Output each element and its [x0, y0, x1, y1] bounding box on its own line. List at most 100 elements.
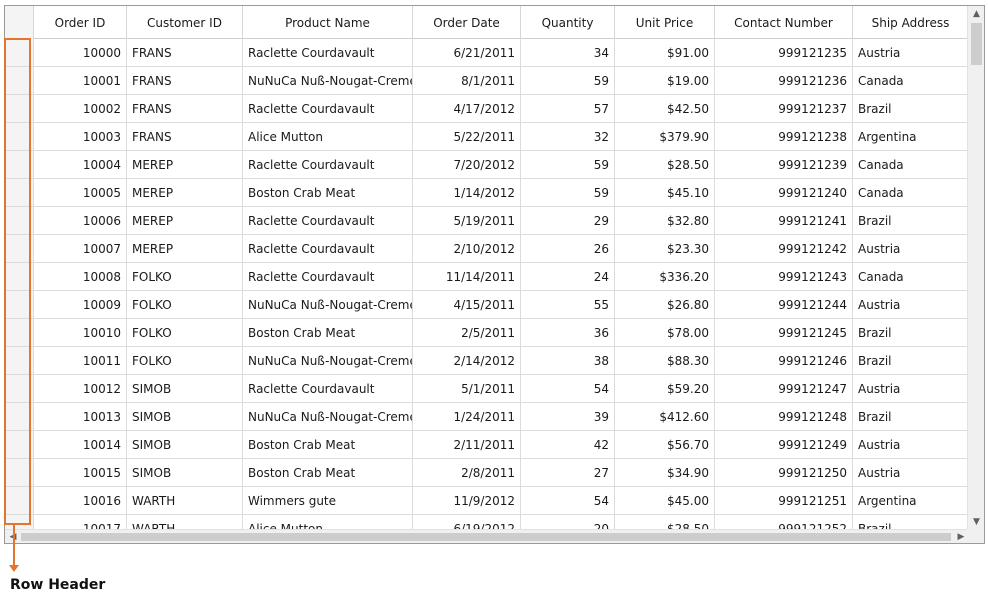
- column-header-contact-number[interactable]: Contact Number: [715, 6, 853, 39]
- chevron-up-icon[interactable]: ▲: [968, 6, 984, 22]
- order-id-cell[interactable]: 10012: [34, 375, 127, 402]
- customer-id-cell[interactable]: FOLKO: [127, 263, 243, 290]
- customer-id-cell[interactable]: SIMOB: [127, 403, 243, 430]
- order-id-cell[interactable]: 10016: [34, 487, 127, 514]
- unit-price-cell[interactable]: $336.20: [615, 263, 715, 290]
- table-row[interactable]: 10011 FOLKO NuNuCa Nuß-Nougat-Creme 2/14/20…: [5, 347, 969, 375]
- ship-address-cell[interactable]: Austria: [853, 459, 969, 486]
- order-date-cell[interactable]: 2/11/2011: [413, 431, 521, 458]
- order-date-cell[interactable]: 6/21/2011: [413, 39, 521, 66]
- order-id-cell[interactable]: 10007: [34, 235, 127, 262]
- product-name-cell[interactable]: NuNuCa Nuß-Nougat-Creme: [243, 347, 413, 374]
- unit-price-cell[interactable]: $42.50: [615, 95, 715, 122]
- table-row[interactable]: 10005 MEREP Boston Crab Meat 1/14/2012 59 $45…: [5, 179, 969, 207]
- table-row[interactable]: 10010 FOLKO Boston Crab Meat 2/5/2011 36 $78.…: [5, 319, 969, 347]
- contact-number-cell[interactable]: 999121244: [715, 291, 853, 318]
- order-date-cell[interactable]: 2/5/2011: [413, 319, 521, 346]
- contact-number-cell[interactable]: 999121242: [715, 235, 853, 262]
- quantity-cell[interactable]: 39: [521, 403, 615, 430]
- column-header-unit-price[interactable]: Unit Price: [615, 6, 715, 39]
- order-id-cell[interactable]: 10006: [34, 207, 127, 234]
- row-header-cell[interactable]: [5, 39, 34, 66]
- contact-number-cell[interactable]: 999121238: [715, 123, 853, 150]
- contact-number-cell[interactable]: 999121246: [715, 347, 853, 374]
- column-header-quantity[interactable]: Quantity: [521, 6, 615, 39]
- ship-address-cell[interactable]: Argentina: [853, 123, 969, 150]
- product-name-cell[interactable]: Boston Crab Meat: [243, 179, 413, 206]
- customer-id-cell[interactable]: SIMOB: [127, 431, 243, 458]
- customer-id-cell[interactable]: FRANS: [127, 95, 243, 122]
- order-id-cell[interactable]: 10011: [34, 347, 127, 374]
- table-row[interactable]: 10002 FRANS Raclette Courdavault 4/17/2012 5…: [5, 95, 969, 123]
- quantity-cell[interactable]: 34: [521, 39, 615, 66]
- order-date-cell[interactable]: 4/15/2011: [413, 291, 521, 318]
- unit-price-cell[interactable]: $56.70: [615, 431, 715, 458]
- row-header-cell[interactable]: [5, 179, 34, 206]
- unit-price-cell[interactable]: $412.60: [615, 403, 715, 430]
- row-header-cell[interactable]: [5, 207, 34, 234]
- row-header-cell[interactable]: [5, 123, 34, 150]
- quantity-cell[interactable]: 27: [521, 459, 615, 486]
- row-header-cell[interactable]: [5, 375, 34, 402]
- ship-address-cell[interactable]: Canada: [853, 151, 969, 178]
- product-name-cell[interactable]: Alice Mutton: [243, 123, 413, 150]
- product-name-cell[interactable]: Raclette Courdavault: [243, 151, 413, 178]
- unit-price-cell[interactable]: $59.20: [615, 375, 715, 402]
- order-id-cell[interactable]: 10013: [34, 403, 127, 430]
- ship-address-cell[interactable]: Austria: [853, 375, 969, 402]
- row-header-cell[interactable]: [5, 67, 34, 94]
- customer-id-cell[interactable]: SIMOB: [127, 459, 243, 486]
- ship-address-cell[interactable]: Austria: [853, 291, 969, 318]
- table-row[interactable]: 10015 SIMOB Boston Crab Meat 2/8/2011 27 $34.…: [5, 459, 969, 487]
- table-row[interactable]: 10008 FOLKO Raclette Courdavault 11/14/2011…: [5, 263, 969, 291]
- row-header-cell[interactable]: [5, 487, 34, 514]
- quantity-cell[interactable]: 20: [521, 515, 615, 530]
- column-header-ship-address[interactable]: Ship Address: [853, 6, 969, 39]
- quantity-cell[interactable]: 38: [521, 347, 615, 374]
- unit-price-cell[interactable]: $26.80: [615, 291, 715, 318]
- table-row[interactable]: 10012 SIMOB Raclette Courdavault 5/1/2011 54…: [5, 375, 969, 403]
- column-header-order-date[interactable]: Order Date: [413, 6, 521, 39]
- order-id-cell[interactable]: 10010: [34, 319, 127, 346]
- contact-number-cell[interactable]: 999121252: [715, 515, 853, 530]
- row-header-cell[interactable]: [5, 263, 34, 290]
- order-id-cell[interactable]: 10005: [34, 179, 127, 206]
- chevron-down-icon[interactable]: ▼: [968, 514, 984, 530]
- ship-address-cell[interactable]: Canada: [853, 263, 969, 290]
- order-id-cell[interactable]: 10004: [34, 151, 127, 178]
- ship-address-cell[interactable]: Brazil: [853, 95, 969, 122]
- data-grid[interactable]: Order ID Customer ID Product Name Order …: [4, 5, 985, 544]
- quantity-cell[interactable]: 24: [521, 263, 615, 290]
- ship-address-cell[interactable]: Brazil: [853, 207, 969, 234]
- order-date-cell[interactable]: 2/10/2012: [413, 235, 521, 262]
- row-header-cell[interactable]: [5, 235, 34, 262]
- column-header-order-id[interactable]: Order ID: [34, 6, 127, 39]
- product-name-cell[interactable]: Boston Crab Meat: [243, 431, 413, 458]
- customer-id-cell[interactable]: WARTH: [127, 515, 243, 530]
- quantity-cell[interactable]: 54: [521, 487, 615, 514]
- order-date-cell[interactable]: 5/1/2011: [413, 375, 521, 402]
- table-row[interactable]: 10004 MEREP Raclette Courdavault 7/20/2012 5…: [5, 151, 969, 179]
- order-date-cell[interactable]: 5/22/2011: [413, 123, 521, 150]
- product-name-cell[interactable]: Raclette Courdavault: [243, 95, 413, 122]
- table-row[interactable]: 10003 FRANS Alice Mutton 5/22/2011 32 $379.90…: [5, 123, 969, 151]
- customer-id-cell[interactable]: SIMOB: [127, 375, 243, 402]
- quantity-cell[interactable]: 57: [521, 95, 615, 122]
- table-row[interactable]: 10014 SIMOB Boston Crab Meat 2/11/2011 42 $56…: [5, 431, 969, 459]
- row-header-cell[interactable]: [5, 459, 34, 486]
- unit-price-cell[interactable]: $28.50: [615, 151, 715, 178]
- contact-number-cell[interactable]: 999121240: [715, 179, 853, 206]
- product-name-cell[interactable]: Boston Crab Meat: [243, 319, 413, 346]
- contact-number-cell[interactable]: 999121251: [715, 487, 853, 514]
- quantity-cell[interactable]: 26: [521, 235, 615, 262]
- contact-number-cell[interactable]: 999121239: [715, 151, 853, 178]
- ship-address-cell[interactable]: Brazil: [853, 403, 969, 430]
- row-header-cell[interactable]: [5, 431, 34, 458]
- product-name-cell[interactable]: Wimmers gute: [243, 487, 413, 514]
- contact-number-cell[interactable]: 999121250: [715, 459, 853, 486]
- row-header-cell[interactable]: [5, 291, 34, 318]
- table-row[interactable]: 10013 SIMOB NuNuCa Nuß-Nougat-Creme 1/24/20…: [5, 403, 969, 431]
- unit-price-cell[interactable]: $78.00: [615, 319, 715, 346]
- order-date-cell[interactable]: 2/8/2011: [413, 459, 521, 486]
- quantity-cell[interactable]: 36: [521, 319, 615, 346]
